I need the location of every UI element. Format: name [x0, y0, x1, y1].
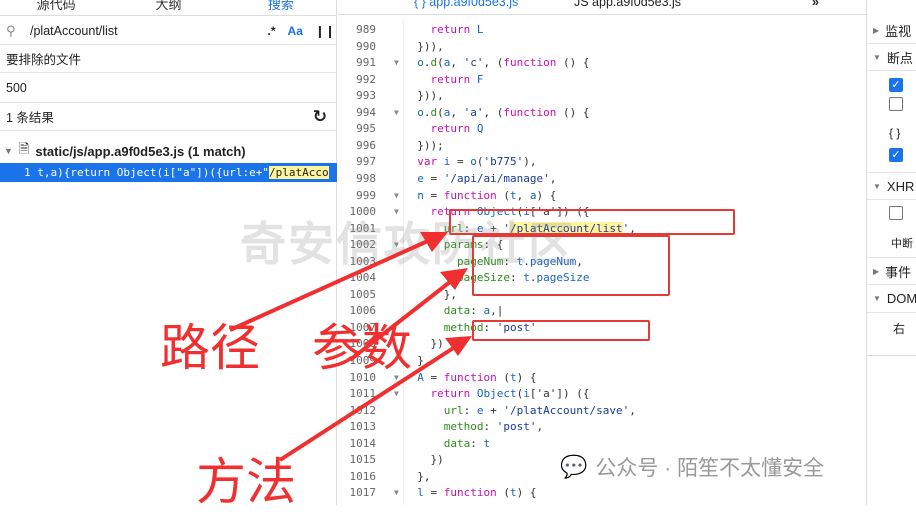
wechat-icon: 💬 [560, 454, 588, 479]
annotation-method: 方法 [196, 453, 296, 511]
annotation-params: 参数 [312, 319, 412, 377]
arrows [229, 232, 472, 462]
credit-text: 公众号 · 陌笙不太懂安全 [595, 457, 825, 480]
annotation-path: 路径 [160, 319, 260, 377]
credit: 💬 公众号 · 陌笙不太懂安全 [560, 452, 824, 482]
